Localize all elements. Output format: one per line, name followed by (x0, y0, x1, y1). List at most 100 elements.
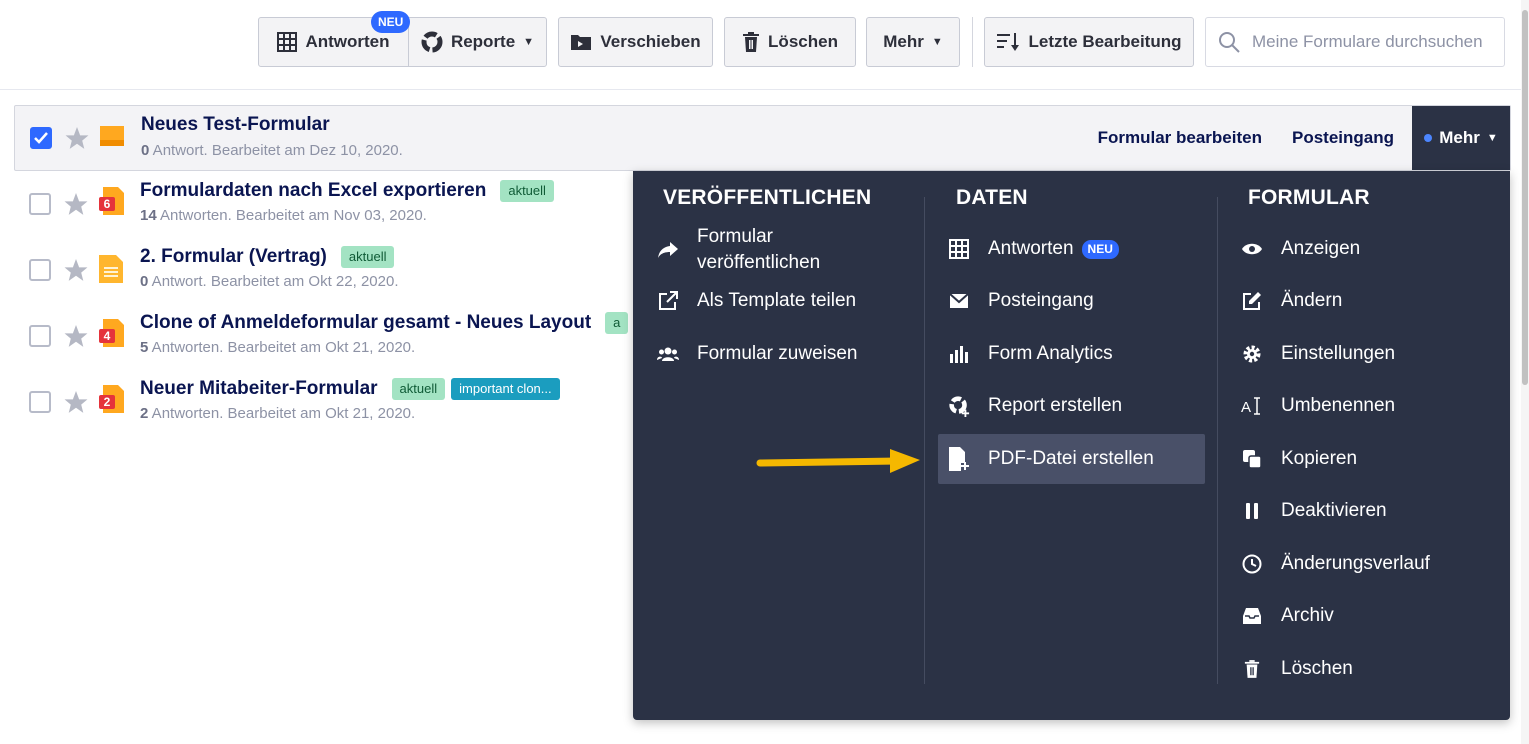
menu-item-kopieren[interactable]: Kopieren (1241, 446, 1496, 472)
mehr-label: Mehr (883, 32, 924, 51)
inbox-link[interactable]: Posteingang (1292, 128, 1394, 148)
row-checkbox[interactable] (29, 193, 51, 215)
neu-badge: NEU (1081, 239, 1119, 259)
move-folder-icon (571, 35, 592, 50)
verschieben-label: Verschieben (600, 32, 701, 51)
menu-item-assign-form[interactable]: Formular zuweisen (657, 341, 907, 367)
star-icon[interactable] (63, 324, 89, 349)
form-heading: FORMULAR (1248, 186, 1370, 209)
reporte-button[interactable]: Reporte ▼ (409, 18, 546, 66)
row-checkbox[interactable] (29, 259, 51, 281)
menu-item-umbenennen[interactable]: A Umbenennen (1241, 393, 1496, 419)
form-title: Clone of Anmeldeformular gesamt - Neues … (140, 312, 629, 334)
clock-icon (1241, 553, 1263, 575)
response-count-badge: 6 (104, 197, 111, 211)
report-icon (421, 31, 443, 53)
notification-dot (1424, 134, 1433, 142)
antworten-label: Antworten (305, 32, 390, 51)
users-icon (657, 343, 679, 365)
star-icon[interactable] (63, 390, 89, 415)
search-icon (1219, 32, 1240, 53)
pdf-add-icon (948, 447, 970, 471)
form-folder-icon (100, 126, 124, 146)
form-subtitle: 2 Antworten. Bearbeitet am Okt 21, 2020. (140, 405, 416, 422)
sort-icon (997, 33, 1020, 51)
form-title: 2. Formular (Vertrag) aktuell (140, 246, 395, 268)
toolbar-divider (972, 17, 973, 67)
form-row[interactable]: Neues Test-Formular 0 Antwort. Bearbeite… (14, 105, 1511, 171)
menu-item-einstellungen[interactable]: Einstellungen (1241, 341, 1496, 367)
rename-icon: A (1241, 395, 1263, 417)
search-input[interactable] (1252, 32, 1502, 52)
menu-item-form-analytics[interactable]: Form Analytics (948, 341, 1203, 367)
grid-icon (948, 238, 970, 260)
row-checkbox[interactable] (29, 391, 51, 413)
edit-form-link[interactable]: Formular bearbeiten (1098, 128, 1262, 148)
chevron-down-icon: ▼ (931, 36, 943, 48)
tag-aktuell[interactable]: aktuell (500, 180, 554, 202)
tag-important[interactable]: important clon... (451, 378, 560, 400)
tag-aktuell[interactable]: aktuell (340, 246, 395, 268)
loeschen-button[interactable]: Löschen (724, 17, 856, 67)
menu-item-share-template[interactable]: Als Template teilen (657, 288, 907, 314)
form-subtitle: 0 Antwort. Bearbeitet am Dez 10, 2020. (141, 142, 403, 159)
pause-icon (1241, 500, 1263, 522)
star-icon[interactable] (63, 192, 89, 217)
menu-item-archiv[interactable]: Archiv (1241, 603, 1496, 629)
menu-item-pdf-erstellen[interactable]: PDF-Datei erstellen (938, 434, 1205, 484)
menu-item-anzeigen[interactable]: Anzeigen (1241, 236, 1496, 262)
row-checkbox[interactable] (29, 325, 51, 347)
form-doc-icon: 4 (99, 319, 124, 347)
menu-item-publish-form[interactable]: Formular veröffentlichen (657, 223, 907, 277)
menu-item-deaktivieren[interactable]: Deaktivieren (1241, 498, 1496, 524)
form-title: Formulardaten nach Excel exportieren aktu… (140, 180, 554, 202)
external-share-icon (657, 290, 679, 312)
scrollbar-thumb[interactable] (1522, 10, 1528, 385)
edit-icon (1241, 290, 1263, 312)
menu-item-antworten[interactable]: Antworten NEU (948, 236, 1203, 262)
tag-aktuell[interactable]: aktuell (391, 378, 446, 400)
form-doc-icon (99, 255, 123, 283)
reporte-label: Reporte (450, 32, 516, 51)
data-heading: DATEN (956, 186, 1028, 209)
form-title: Neuer Mitabeiter-Formular aktuell importan… (140, 378, 560, 400)
loeschen-label: Löschen (768, 32, 838, 51)
check-icon (34, 132, 48, 144)
vertical-scrollbar[interactable] (1521, 0, 1529, 744)
star-icon[interactable] (63, 258, 89, 283)
svg-text:A: A (1241, 399, 1251, 416)
menu-column-data: DATEN Antworten NEU Posteingang Form Ana… (938, 171, 1218, 720)
star-icon[interactable] (64, 126, 90, 151)
sort-label: Letzte Bearbeitung (1028, 32, 1182, 51)
eye-icon (1241, 238, 1263, 260)
form-subtitle: 0 Antwort. Bearbeitet am Okt 22, 2020. (140, 273, 399, 290)
form-doc-icon: 2 (99, 385, 124, 413)
mehr-button[interactable]: Mehr ▼ (866, 17, 960, 67)
menu-divider (924, 197, 925, 684)
grid-icon (277, 32, 298, 52)
envelope-icon (948, 290, 970, 312)
menu-item-report-erstellen[interactable]: Report erstellen (948, 393, 1203, 419)
row-checkbox[interactable] (30, 127, 52, 149)
sort-button[interactable]: Letzte Bearbeitung (984, 17, 1194, 67)
menu-item-posteingang[interactable]: Posteingang (948, 288, 1203, 314)
form-title: Neues Test-Formular (141, 114, 330, 135)
pointer-arrow-annotation (756, 449, 920, 473)
tag-aktuell[interactable]: a (605, 312, 629, 334)
menu-item-loeschen[interactable]: Löschen (1241, 656, 1496, 682)
toolbar: Antworten Reporte ▼ NEU Verschieben Lösc… (0, 0, 1529, 90)
publish-heading: VERÖFFENTLICHEN (663, 186, 872, 209)
row-actions: Formular bearbeiten Posteingang Mehr ▼ (1098, 106, 1510, 170)
menu-divider (1217, 197, 1218, 684)
menu-item-aenderungsverlauf[interactable]: Änderungsverlauf (1241, 551, 1496, 577)
row-more-label: Mehr (1439, 128, 1480, 147)
menu-column-form: FORMULAR Anzeigen Ändern Einstellungen A… (1231, 171, 1501, 720)
report-add-icon (948, 395, 970, 417)
menu-item-aendern[interactable]: Ändern (1241, 288, 1496, 314)
chevron-down-icon: ▼ (523, 36, 535, 48)
verschieben-button[interactable]: Verschieben (558, 17, 713, 67)
form-subtitle: 14 Antworten. Bearbeitet am Nov 03, 2020… (140, 207, 427, 224)
archive-tray-icon (1241, 605, 1263, 627)
row-more-button[interactable]: Mehr ▼ (1412, 106, 1510, 170)
bar-chart-icon (948, 343, 970, 365)
